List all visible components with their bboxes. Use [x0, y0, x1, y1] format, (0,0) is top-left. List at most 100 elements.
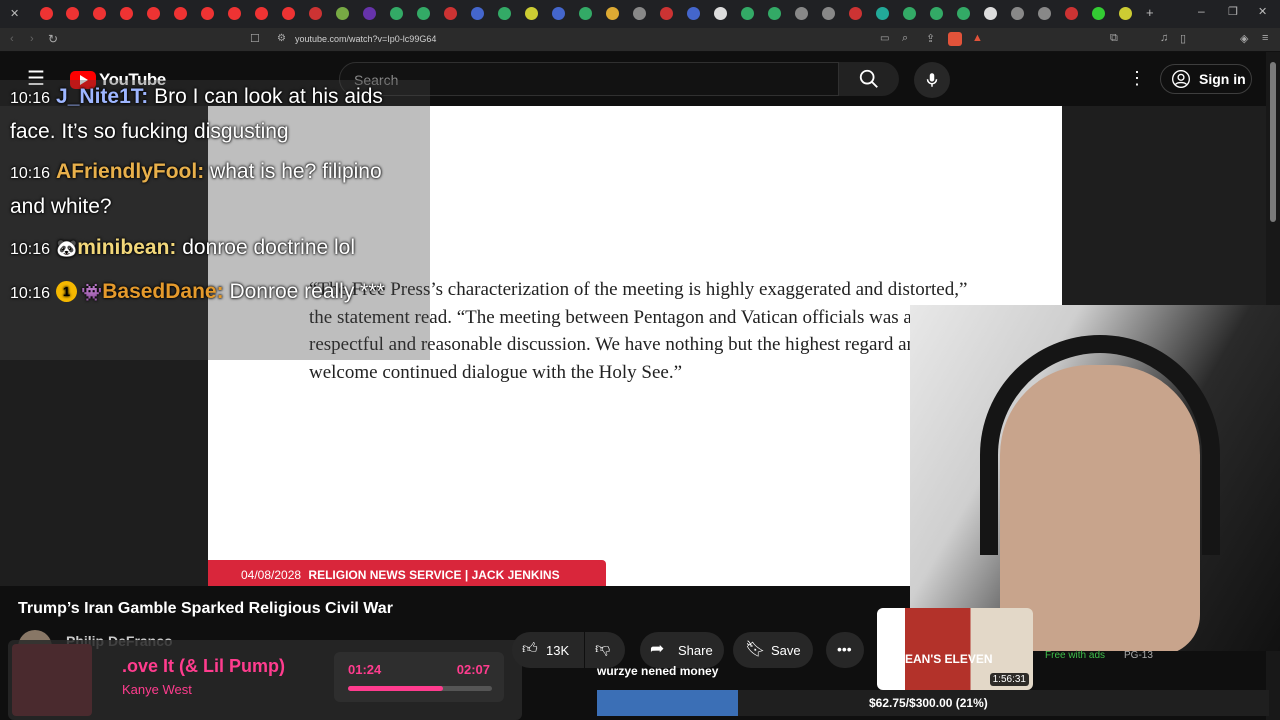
back-icon[interactable]: ‹: [10, 33, 14, 45]
song-title: .ove It (& Lil Pump): [122, 656, 286, 676]
tab-favicon-icon[interactable]: [525, 7, 538, 20]
tab-favicon-icon[interactable]: [849, 7, 862, 20]
dislike-button[interactable]: 👎︎: [585, 632, 625, 668]
tab-favicon-icon[interactable]: [660, 7, 673, 20]
tab-favicon-icon[interactable]: [40, 7, 53, 20]
chat-emote-icon: 🐼: [56, 239, 78, 258]
minimize-icon[interactable]: –: [1198, 4, 1205, 18]
tab-favicon-icon[interactable]: [120, 7, 133, 20]
maximize-icon[interactable]: ❐: [1228, 5, 1238, 18]
tab-favicon-icon[interactable]: [417, 7, 430, 20]
tab-favicon-icon[interactable]: [687, 7, 700, 20]
tab-favicon-icon[interactable]: [471, 7, 484, 20]
chat-timestamp: 10:16: [10, 285, 51, 302]
video-title: Trump’s Iran Gamble Sparked Religious Ci…: [18, 600, 393, 617]
donation-goal-bar: $62.75/$300.00 (21%): [597, 690, 1269, 716]
chat-timestamp: 10:16: [10, 165, 51, 182]
like-button[interactable]: 👍︎ 13K: [512, 632, 584, 668]
reload-icon[interactable]: ↻: [48, 32, 58, 46]
extensions-icon[interactable]: ⧉: [1110, 32, 1118, 45]
tab-favicon-icon[interactable]: [714, 7, 727, 20]
tab-favicon-icon[interactable]: [282, 7, 295, 20]
screenshot-icon[interactable]: ▭: [880, 33, 889, 44]
sign-in-label: Sign in: [1199, 71, 1246, 87]
recommendation-thumbnail[interactable]: OCEAN'S ELEVEN 1:56:31: [877, 608, 1033, 690]
tab-favicon-icon[interactable]: [228, 7, 241, 20]
forward-icon[interactable]: ›: [30, 33, 34, 45]
sign-in-button[interactable]: Sign in: [1160, 64, 1252, 94]
wallet-icon[interactable]: ◈: [1240, 32, 1248, 45]
address-bar[interactable]: youtube.com/watch?v=Ip0-lc99G64: [295, 34, 436, 44]
tab-favicon-icon[interactable]: [1092, 7, 1105, 20]
chat-message: 10:16 J_Nite1T: Bro I can look at his aid…: [10, 80, 430, 148]
tab-favicon-icon[interactable]: [1038, 7, 1051, 20]
brave-shield-icon[interactable]: [948, 32, 962, 46]
tab-favicon-icon[interactable]: [1119, 7, 1132, 20]
tab-favicon-icon[interactable]: [174, 7, 187, 20]
tab-favicon-icon[interactable]: [1011, 7, 1024, 20]
chat-timestamp: 10:16: [10, 90, 51, 107]
search-button[interactable]: [839, 62, 899, 96]
save-icon: 🔖︎: [745, 641, 766, 658]
song-artist: Kanye West: [122, 682, 192, 697]
tab-favicon-icon[interactable]: [606, 7, 619, 20]
bookmark-icon[interactable]: ☐: [250, 32, 260, 45]
chat-message: 10:16 AFriendlyFool: what is he? filipino…: [10, 155, 390, 223]
tab-favicon-icon[interactable]: [363, 7, 376, 20]
tab-favicon-icon[interactable]: [822, 7, 835, 20]
tab-favicon-icon[interactable]: [390, 7, 403, 20]
menu-icon[interactable]: ≡: [1262, 32, 1268, 44]
close-window-icon[interactable]: ✕: [1258, 5, 1267, 18]
tab-favicon-icon[interactable]: [255, 7, 268, 20]
tab-favicon-icon[interactable]: [930, 7, 943, 20]
chat-timestamp: 10:16: [10, 241, 51, 258]
tab-favicon-icon[interactable]: [795, 7, 808, 20]
tab-favicon-icon[interactable]: [336, 7, 349, 20]
donation-alert: wurzye nened money: [597, 664, 719, 678]
share-button[interactable]: ➦ Share: [640, 632, 724, 668]
tab-favicon-icon[interactable]: [903, 7, 916, 20]
browser-tab-strip: ✕ + – ❐ ✕: [0, 0, 1280, 28]
save-button[interactable]: 🔖︎ Save: [733, 632, 813, 668]
tab-favicon-icon[interactable]: [66, 7, 79, 20]
tab-favicon-icon[interactable]: [741, 7, 754, 20]
site-info-icon[interactable]: ⚙: [277, 33, 286, 44]
like-count: 13K: [546, 643, 570, 658]
share-icon: ➦: [650, 639, 665, 658]
sidebar-icon[interactable]: ▯: [1180, 32, 1186, 45]
zoom-icon[interactable]: ⌕: [902, 32, 908, 45]
more-options-icon[interactable]: ⋮: [1128, 68, 1146, 89]
tab-favicon-icon[interactable]: [201, 7, 214, 20]
tab-favicon-icon[interactable]: [957, 7, 970, 20]
downloads-icon[interactable]: ♫: [1160, 32, 1168, 44]
scrollbar-thumb[interactable]: [1270, 62, 1276, 222]
voice-search-button[interactable]: [914, 62, 950, 98]
tab-favicon-icon[interactable]: [768, 7, 781, 20]
chat-text: donroe doctrine lol: [182, 236, 356, 259]
video-backdrop: [1062, 106, 1266, 306]
share-page-icon[interactable]: ⇪: [926, 32, 935, 45]
chat-message: 10:16 🐼minibean: donroe doctrine lol: [10, 231, 430, 266]
new-tab-icon[interactable]: +: [1146, 5, 1154, 20]
chat-username: minibean:: [77, 236, 177, 259]
more-actions-button[interactable]: •••: [826, 632, 864, 668]
tab-favicon-icon[interactable]: [444, 7, 457, 20]
tab-favicon-icon[interactable]: [579, 7, 592, 20]
tab-favicon-icon[interactable]: [309, 7, 322, 20]
close-tab-icon[interactable]: ✕: [10, 7, 19, 20]
tab-favicon-icon[interactable]: [498, 7, 511, 20]
tab-favicon-icon[interactable]: [93, 7, 106, 20]
thumbs-down-icon: 👎︎: [595, 640, 611, 657]
tab-favicon-icon[interactable]: [1065, 7, 1078, 20]
chat-text: Donroe really ***: [229, 280, 385, 303]
chat-username: J_Nite1T:: [56, 85, 149, 108]
tab-favicon-icon[interactable]: [984, 7, 997, 20]
search-icon: [859, 69, 878, 88]
tab-favicon-icon[interactable]: [147, 7, 160, 20]
tab-favicon-icon[interactable]: [552, 7, 565, 20]
rewards-icon[interactable]: ▲: [972, 32, 983, 44]
song-progress-track: [348, 686, 492, 691]
tab-favicon-icon[interactable]: [876, 7, 889, 20]
webcam-overlay: [910, 305, 1280, 651]
tab-favicon-icon[interactable]: [633, 7, 646, 20]
